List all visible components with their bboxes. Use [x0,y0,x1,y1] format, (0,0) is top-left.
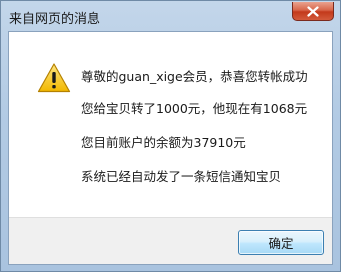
close-button[interactable] [292,2,334,21]
message-line-4: 系统已经自动发了一条短信通知宝贝 [81,169,282,184]
message-line-1: 尊敬的guan_xige会员，恭喜您转帐成功 [81,69,308,84]
ok-button[interactable]: 确定 [238,230,324,255]
title-bar[interactable]: 来自网页的消息 [1,1,340,31]
close-icon [307,5,319,17]
dialog-footer: 确定 [9,217,332,264]
warning-icon [37,63,71,93]
dialog-title: 来自网页的消息 [9,12,101,27]
message-line-2: 您给宝贝转了1000元，他现在有1068元 [81,101,308,116]
dialog-window: 来自网页的消息 尊敬的guan_xige会员，恭喜您转帐成功 您给宝贝转了100… [0,0,341,272]
dialog-body: 尊敬的guan_xige会员，恭喜您转帐成功 您给宝贝转了1000元，他现在有1… [8,31,333,265]
message-line-3: 您目前账户的余额为37910元 [81,135,246,150]
